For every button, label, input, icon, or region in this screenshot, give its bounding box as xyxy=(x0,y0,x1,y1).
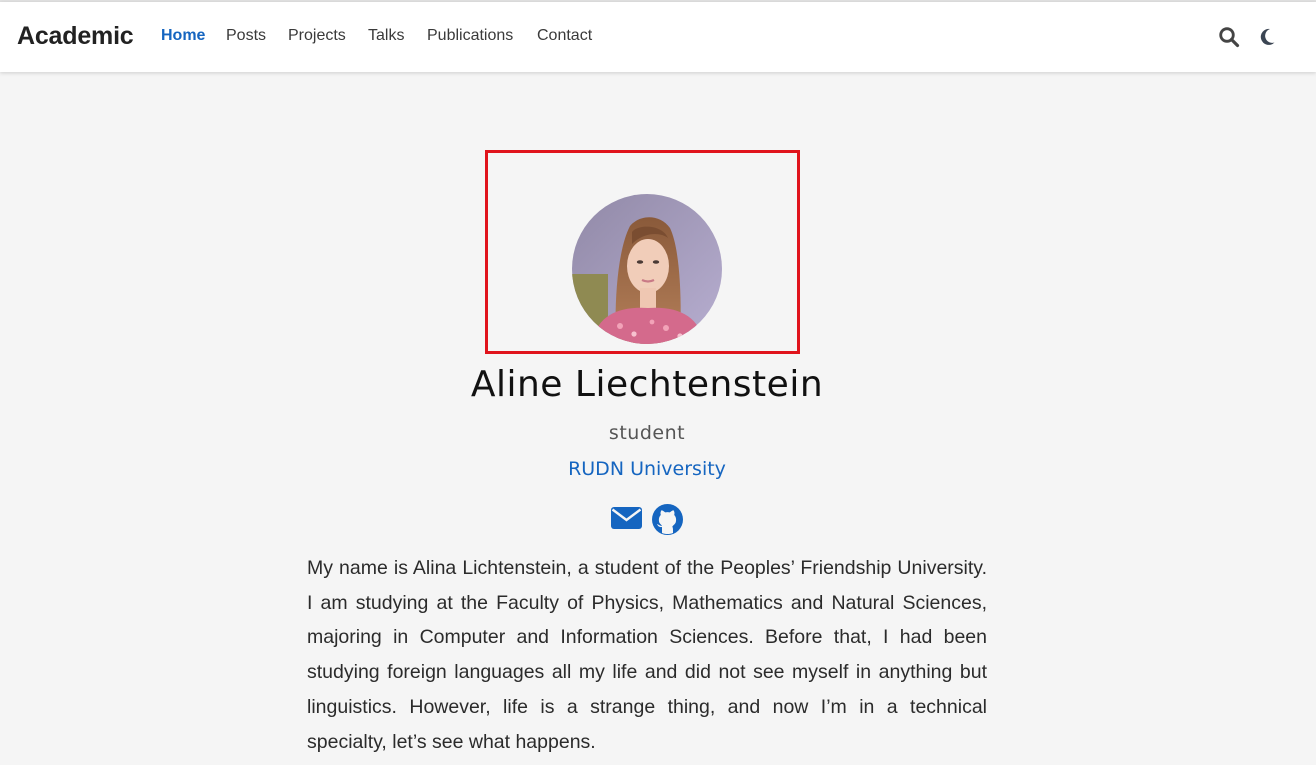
profile-organization-link[interactable]: RUDN University xyxy=(0,458,1294,480)
github-icon[interactable] xyxy=(651,503,684,541)
nav-item-talks[interactable]: Talks xyxy=(368,27,404,45)
envelope-icon[interactable] xyxy=(610,503,643,538)
profile-bio: My name is Alina Lichtenstein, a student… xyxy=(307,557,987,753)
search-icon[interactable] xyxy=(1218,26,1240,48)
moon-icon[interactable] xyxy=(1257,26,1279,48)
profile-role: student xyxy=(608,422,686,444)
nav-item-contact[interactable]: Contact xyxy=(537,27,592,45)
navbar: Academic Home Posts Projects Talks Publi… xyxy=(0,2,1316,72)
site-brand[interactable]: Academic xyxy=(17,22,134,51)
nav-item-publications[interactable]: Publications xyxy=(427,27,513,45)
nav-item-projects[interactable]: Projects xyxy=(288,27,346,45)
profile-name: Aline Liechtenstein xyxy=(470,364,824,405)
avatar xyxy=(572,194,722,344)
nav-item-home[interactable]: Home xyxy=(161,27,205,45)
nav-item-posts[interactable]: Posts xyxy=(226,27,266,45)
